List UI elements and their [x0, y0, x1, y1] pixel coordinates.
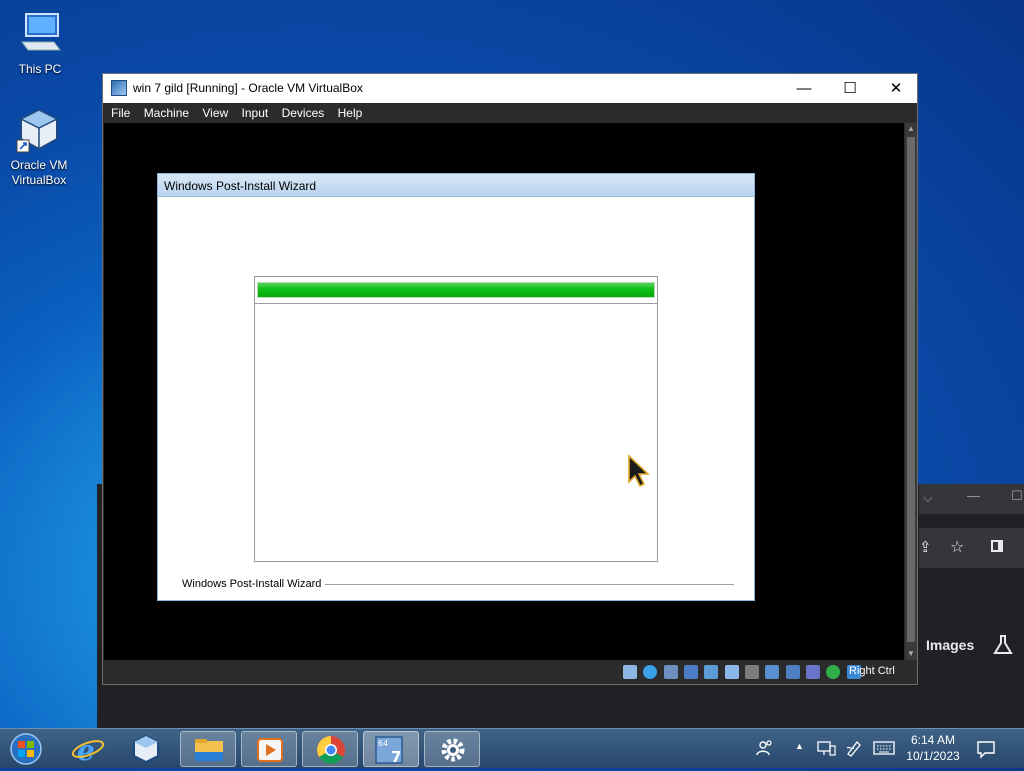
minimize-button[interactable]: — [781, 74, 827, 103]
recording-icon[interactable] [785, 664, 800, 679]
chrome-icon [317, 736, 345, 764]
menu-devices[interactable]: Devices [282, 103, 325, 123]
browser-titlebar: ⌵ — ☐ [919, 484, 1024, 514]
svg-text:64: 64 [378, 739, 388, 748]
taskbar-virtualbox[interactable] [118, 731, 174, 767]
progress-bar [257, 282, 655, 298]
clock-date: 10/1/2023 [906, 749, 960, 763]
minimize-icon[interactable]: — [967, 488, 980, 503]
vbox-statusbar: Right Ctrl [103, 660, 917, 684]
clock-time: 6:14 AM [910, 733, 956, 747]
sidepanel-icon[interactable] [991, 540, 1003, 552]
vbox-menubar: File Machine View Input Devices Help [103, 103, 917, 123]
close-button[interactable]: ✕ [873, 74, 919, 103]
menu-help[interactable]: Help [338, 103, 363, 123]
star-icon[interactable]: ☆ [950, 537, 964, 557]
keyboard-tray-icon[interactable] [873, 741, 895, 758]
optical-drive-icon[interactable] [643, 664, 658, 679]
panel-divider [255, 303, 657, 304]
taskbar-file-explorer[interactable] [180, 731, 236, 767]
virtualbox-vm-window[interactable]: win 7 gild [Running] - Oracle VM Virtual… [102, 73, 918, 685]
taskbar-internet-explorer[interactable]: e [60, 731, 116, 767]
vt-x-icon[interactable] [806, 664, 821, 679]
start-button[interactable] [0, 731, 52, 767]
vbox-window-title: win 7 gild [Running] - Oracle VM Virtual… [133, 81, 363, 95]
labs-flask-icon[interactable] [992, 634, 1014, 661]
taskbar-vm-win7[interactable]: 64 7 [363, 731, 419, 767]
vbox-app-icon [111, 80, 127, 96]
folder-icon [195, 739, 223, 761]
taskbar-clock[interactable]: 6:14 AM 10/1/2023 [898, 732, 968, 764]
gear-icon [441, 738, 465, 762]
menu-file[interactable]: File [111, 103, 130, 123]
show-hidden-icons-chevron-icon[interactable]: ▲ [795, 741, 804, 751]
chevron-down-icon[interactable]: ⌵ [923, 490, 933, 506]
pen-tray-icon[interactable] [845, 739, 863, 760]
maximize-icon[interactable]: ☐ [1011, 488, 1023, 504]
post-install-wizard-window[interactable]: Windows Post-Install Wizard Windows Post… [157, 173, 755, 601]
menu-input[interactable]: Input [242, 103, 269, 123]
scroll-down-arrow-icon[interactable]: ▼ [905, 648, 917, 660]
scroll-thumb[interactable] [907, 137, 915, 642]
svg-text:e: e [77, 734, 95, 767]
taskbar-media-player[interactable] [241, 731, 297, 767]
shared-folders-icon[interactable] [745, 664, 760, 679]
taskbar-settings[interactable] [424, 731, 480, 767]
network-icon[interactable] [704, 664, 719, 679]
audio-icon[interactable] [684, 664, 699, 679]
taskbar-chrome[interactable] [302, 731, 358, 767]
usb-icon[interactable] [724, 664, 739, 679]
progress-bar-fill [258, 283, 654, 297]
wizard-titlebar: Windows Post-Install Wizard [158, 174, 754, 197]
scroll-up-arrow-icon[interactable]: ▲ [905, 123, 917, 135]
wizard-footer-label: Windows Post-Install Wizard [182, 578, 326, 590]
images-link[interactable]: Images [926, 637, 974, 653]
guest-additions-icon[interactable] [826, 664, 841, 679]
wizard-progress-panel [254, 276, 658, 562]
vertical-scrollbar[interactable]: ▲ ▼ [905, 123, 917, 660]
windows7-vm-icon: 64 7 [375, 736, 403, 766]
desktop-icon-this-pc[interactable]: This PC [0, 10, 80, 77]
desktop-icon-label: This PC [18, 62, 62, 76]
taskbar: e 64 7 ▲ 6:14 AM 10/1/2023 [0, 728, 1024, 768]
maximize-button[interactable]: ☐ [827, 74, 873, 103]
media-player-icon [257, 738, 283, 762]
share-icon[interactable]: ⇪ [919, 538, 932, 556]
virtualbox-icon [15, 106, 63, 154]
network-tray-icon[interactable] [816, 740, 836, 759]
floppy-icon[interactable] [663, 664, 678, 679]
vm-guest-screen[interactable]: Windows Post-Install Wizard Windows Post… [104, 123, 904, 660]
desktop-icon-label: Oracle VM VirtualBox [10, 158, 68, 187]
host-key-label: Right Ctrl [849, 665, 895, 677]
display-icon[interactable] [765, 664, 780, 679]
notifications-icon[interactable] [976, 739, 996, 762]
windows-orb-icon [10, 733, 42, 765]
hard-disk-icon[interactable] [623, 664, 637, 679]
desktop-icon-virtualbox[interactable]: Oracle VM VirtualBox [0, 106, 80, 188]
people-icon[interactable] [756, 739, 774, 760]
internet-explorer-icon: e [71, 734, 105, 767]
browser-toolbar: ⇪ ☆ [919, 528, 1024, 568]
this-pc-icon [16, 10, 64, 58]
menu-machine[interactable]: Machine [144, 103, 189, 123]
wizard-title: Windows Post-Install Wizard [164, 179, 317, 193]
status-icons [623, 664, 864, 680]
virtualbox-icon [133, 734, 159, 764]
vbox-titlebar[interactable]: win 7 gild [Running] - Oracle VM Virtual… [103, 74, 917, 103]
menu-view[interactable]: View [202, 103, 228, 123]
svg-text:7: 7 [391, 748, 401, 766]
mouse-cursor-icon [627, 454, 651, 491]
